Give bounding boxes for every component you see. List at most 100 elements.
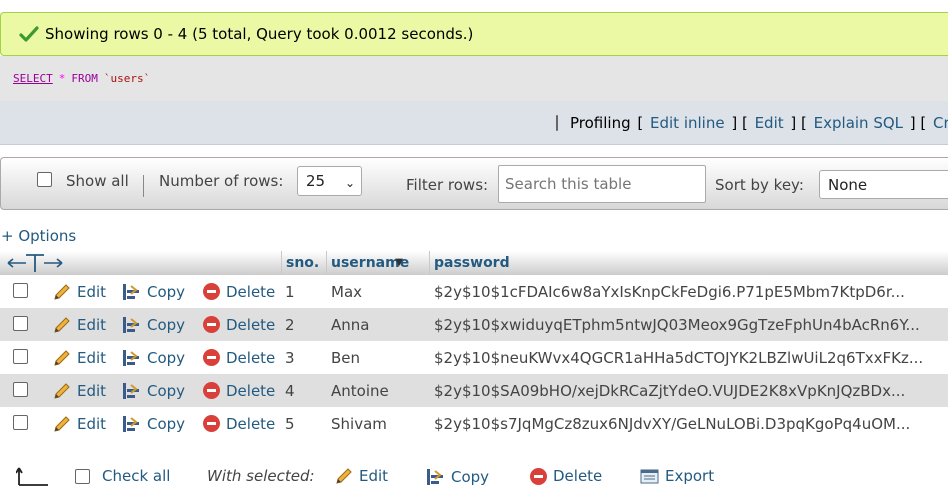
row-delete-button[interactable]: Delete xyxy=(203,382,275,400)
row-copy-button[interactable]: Copy xyxy=(122,315,185,334)
row-delete-button[interactable]: Delete xyxy=(203,415,275,433)
sql-star: * xyxy=(58,72,66,85)
row-copy-button[interactable]: Copy xyxy=(122,381,185,400)
pencil-icon xyxy=(53,382,71,400)
row-edit-button[interactable]: Edit xyxy=(53,283,106,301)
cell-sno: 1 xyxy=(285,282,295,301)
number-of-rows-label: Number of rows: xyxy=(159,172,284,190)
sql-from-keyword: FROM xyxy=(71,72,98,85)
row-copy-button[interactable]: Copy xyxy=(122,414,185,433)
column-header-password[interactable]: password xyxy=(429,251,948,275)
row-delete-button[interactable]: Delete xyxy=(203,349,275,367)
filter-rows-label: Filter rows: xyxy=(406,176,489,194)
copy-icon xyxy=(122,282,141,301)
table-header: sno. username▼ password xyxy=(0,251,948,275)
show-all-checkbox[interactable] xyxy=(37,172,52,187)
cell-password: $2y$10$neuKWvx4QGCR1aHHa5dCTOJYK2LBZlwUi… xyxy=(434,348,924,367)
pencil-icon xyxy=(335,467,353,485)
explain-sql-link[interactable]: Explain SQL xyxy=(814,114,903,132)
row-copy-label: Copy xyxy=(147,414,186,433)
row-edit-label: Edit xyxy=(77,381,107,400)
row-delete-button[interactable]: Delete xyxy=(203,316,275,334)
row-edit-label: Edit xyxy=(77,348,107,367)
delete-icon xyxy=(203,283,220,300)
bulk-copy-button[interactable]: Copy xyxy=(426,467,489,486)
row-checkbox[interactable] xyxy=(13,415,28,430)
row-copy-button[interactable]: Copy xyxy=(122,282,185,301)
pencil-icon xyxy=(53,349,71,367)
bulk-export-label: Export xyxy=(665,467,715,485)
sql-select-keyword[interactable]: SELECT xyxy=(13,72,53,85)
profiling-checkbox[interactable] xyxy=(556,114,558,131)
row-checkbox[interactable] xyxy=(13,382,28,397)
table-row: Edit Copy Delete 5 Shivam $2y$10$s7JqMgCz8zux… xyxy=(0,407,948,440)
table-row: Edit Copy Delete 4 Antoine $2y$10$SA09bHO/xej… xyxy=(0,374,948,407)
copy-icon xyxy=(122,348,141,367)
cell-sno: 4 xyxy=(285,381,295,400)
options-link[interactable]: + Options xyxy=(1,227,76,245)
row-copy-label: Copy xyxy=(147,282,186,301)
sort-by-key-select[interactable]: None xyxy=(819,170,948,199)
bulk-export-button[interactable]: Export xyxy=(640,467,714,485)
bulk-edit-label: Edit xyxy=(359,467,389,485)
sql-table-name: `users` xyxy=(103,72,151,85)
success-text: Showing rows 0 - 4 (5 total, Query took … xyxy=(45,25,474,43)
bulk-actions-footer: Check all With selected: Edit Copy Delet… xyxy=(0,460,948,494)
row-copy-label: Copy xyxy=(147,315,186,334)
create-php-code-link[interactable]: Crea xyxy=(933,114,948,132)
delete-icon xyxy=(203,382,220,399)
copy-icon xyxy=(122,315,141,334)
row-edit-button[interactable]: Edit xyxy=(53,349,106,367)
column-header-username[interactable]: username▼ xyxy=(326,251,429,275)
cell-password: $2y$10$xwiduyqETphm5ntwJQ03Meox9GgTzeFph… xyxy=(434,315,920,334)
pencil-icon xyxy=(53,316,71,334)
edit-inline-link[interactable]: Edit inline xyxy=(650,114,725,132)
row-copy-button[interactable]: Copy xyxy=(122,348,185,367)
row-delete-label: Delete xyxy=(226,315,276,334)
row-edit-button[interactable]: Edit xyxy=(53,382,106,400)
delete-icon xyxy=(530,467,547,485)
sort-by-key-label: Sort by key: xyxy=(715,176,804,194)
delete-icon xyxy=(203,349,220,366)
check-all-checkbox[interactable] xyxy=(75,469,90,484)
row-copy-label: Copy xyxy=(147,348,186,367)
success-message: Showing rows 0 - 4 (5 total, Query took … xyxy=(0,12,948,56)
cell-username: Shivam xyxy=(331,414,387,433)
query-tools-row: Profiling [ Edit inline ] [ Edit ] [ Exp… xyxy=(0,101,948,145)
bulk-delete-label: Delete xyxy=(553,467,603,485)
row-edit-button[interactable]: Edit xyxy=(53,316,106,334)
number-of-rows-value: 25 xyxy=(306,172,326,190)
cell-sno: 2 xyxy=(285,315,295,334)
sort-descending-icon: ▼ xyxy=(395,257,403,268)
cell-password: $2y$10$1cFDAIc6w8aYxIsKnpCkFeDgi6.P71pE5… xyxy=(434,282,905,301)
row-delete-label: Delete xyxy=(226,282,276,301)
row-edit-label: Edit xyxy=(77,414,107,433)
chevron-down-icon: ⌄ xyxy=(344,176,355,190)
row-edit-label: Edit xyxy=(77,282,107,301)
export-icon xyxy=(640,468,659,485)
row-checkbox[interactable] xyxy=(13,349,28,364)
copy-icon xyxy=(426,467,445,486)
sql-query: SELECT * FROM `users` xyxy=(0,56,948,101)
filter-rows-input[interactable]: Search this table xyxy=(498,165,706,203)
column-header-sno[interactable]: sno. xyxy=(281,251,326,275)
edit-query-link[interactable]: Edit xyxy=(755,114,784,132)
row-delete-label: Delete xyxy=(226,414,276,433)
number-of-rows-select[interactable]: 25 ⌄ xyxy=(297,166,362,196)
table-row: Edit Copy Delete 3 Ben $2y$10$neuKWvx4QGCR1aH… xyxy=(0,341,948,374)
row-delete-button[interactable]: Delete xyxy=(203,283,275,301)
row-checkbox[interactable] xyxy=(13,316,28,331)
cell-sno: 3 xyxy=(285,348,295,367)
bulk-copy-label: Copy xyxy=(451,467,490,486)
column-resize-icon[interactable] xyxy=(6,252,66,274)
table-row: Edit Copy Delete 2 Anna $2y$10$xwiduyqETphm5n… xyxy=(0,308,948,341)
bulk-delete-button[interactable]: Delete xyxy=(530,467,602,485)
row-checkbox[interactable] xyxy=(13,283,28,298)
pencil-icon xyxy=(53,415,71,433)
bulk-edit-button[interactable]: Edit xyxy=(335,467,388,485)
row-edit-button[interactable]: Edit xyxy=(53,415,106,433)
cell-username: Antoine xyxy=(331,381,389,400)
with-selected-label: With selected: xyxy=(207,467,315,485)
cell-username: Max xyxy=(331,282,363,301)
check-all-label[interactable]: Check all xyxy=(102,467,170,485)
